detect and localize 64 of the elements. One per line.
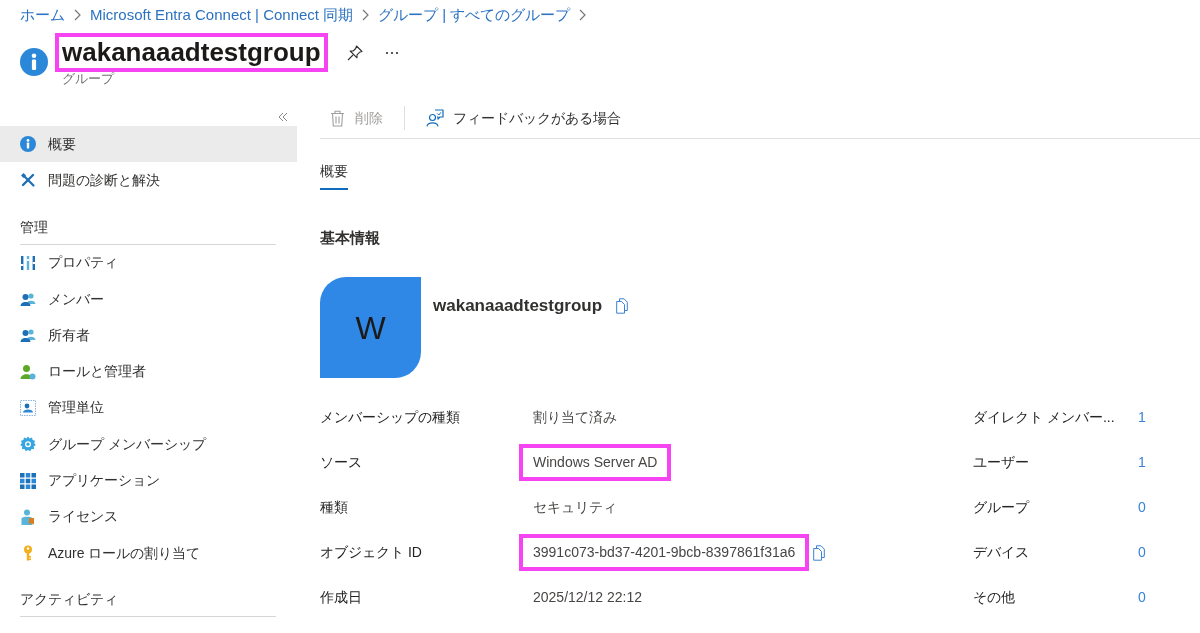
count-link[interactable]: 1 <box>1138 452 1146 473</box>
count-label: デバイス <box>973 543 1030 562</box>
section-title: 管理 <box>20 217 48 237</box>
count-label: その他 <box>973 588 1016 607</box>
person-badge-icon <box>20 508 36 525</box>
sidebar-item[interactable]: グループ メンバーシップ <box>0 426 297 463</box>
sidebar-item[interactable]: ロールと管理者 <box>0 353 297 390</box>
sidebar-item[interactable]: 問題の診断と解決 <box>0 162 297 199</box>
sidebar-item[interactable]: アプリケーション <box>0 462 297 499</box>
count-label: グループ <box>973 498 1031 517</box>
group-avatar: W <box>320 277 421 378</box>
chevron-right-icon <box>362 9 370 21</box>
person-speech-bubble-icon <box>426 109 444 127</box>
property-label: 作成日 <box>320 588 363 607</box>
copy-icon[interactable] <box>616 298 629 314</box>
property-value: 割り当て済み <box>533 408 617 427</box>
gear-icon <box>20 436 36 453</box>
sidebar-item[interactable]: 所有者 <box>0 317 297 354</box>
vertical-bars-icon <box>20 254 36 271</box>
section-heading: 基本情報 <box>320 228 380 248</box>
breadcrumb-link[interactable]: グループ | すべてのグループ <box>378 5 571 25</box>
person-tile-icon <box>20 399 36 416</box>
copy-icon[interactable] <box>813 544 826 561</box>
people-icon <box>20 291 36 308</box>
property-value: 3991c073-bd37-4201-9bcb-8397861f31a6 <box>533 543 796 562</box>
count-link[interactable]: 0 <box>1138 542 1146 563</box>
group-name: wakanaaadtestgroup <box>433 295 603 318</box>
property-label: 種類 <box>320 498 349 517</box>
property-value: Windows Server AD <box>533 453 658 472</box>
people-icon <box>20 327 36 344</box>
collapse-icon[interactable] <box>278 112 288 122</box>
breadcrumb-link[interactable]: ホーム <box>20 5 65 25</box>
page-subtitle: グループ <box>62 71 114 87</box>
info-icon <box>20 136 36 153</box>
count-link[interactable]: 1 <box>1138 407 1146 428</box>
property-label: メンバーシップの種類 <box>320 408 461 427</box>
person-badge-icon <box>20 363 36 380</box>
sidebar-item[interactable]: プロパティ <box>0 244 297 281</box>
tab[interactable]: 概要 <box>320 161 348 190</box>
sidebar-item[interactable]: 概要 <box>0 126 297 163</box>
breadcrumb-link[interactable]: Microsoft Entra Connect | Connect 同期 <box>90 5 354 25</box>
trash-icon <box>330 109 345 127</box>
page-title: wakanaaadtestgroup <box>62 37 321 68</box>
property-value: 2025/12/12 22:12 <box>533 588 642 607</box>
sidebar-item[interactable]: Azure ロールの割り当て <box>0 534 297 572</box>
section-title: アクティビティ <box>20 590 118 610</box>
chevron-right-icon <box>579 9 587 21</box>
sidebar-item[interactable]: メンバー <box>0 280 297 318</box>
chevron-right-icon <box>74 9 81 21</box>
count-link[interactable]: 0 <box>1138 497 1146 518</box>
info-icon <box>20 48 48 76</box>
sidebar-item[interactable]: 管理単位 <box>0 389 297 427</box>
property-label: オブジェクト ID <box>320 543 423 562</box>
sidebar-item[interactable]: ライセンス <box>0 498 297 535</box>
feedback-button[interactable]: フィードバックがある場合 <box>426 102 621 134</box>
pin-icon[interactable] <box>346 45 363 61</box>
property-value: セキュリティ <box>533 498 617 517</box>
more-icon[interactable] <box>384 51 399 55</box>
count-label: ユーザー <box>973 453 1030 472</box>
grid-icon <box>20 472 36 489</box>
count-label: ダイレクト メンバー... <box>973 408 1116 427</box>
property-label: ソース <box>320 453 363 472</box>
count-link[interactable]: 0 <box>1138 587 1146 608</box>
crossed-tools-icon <box>20 172 36 189</box>
